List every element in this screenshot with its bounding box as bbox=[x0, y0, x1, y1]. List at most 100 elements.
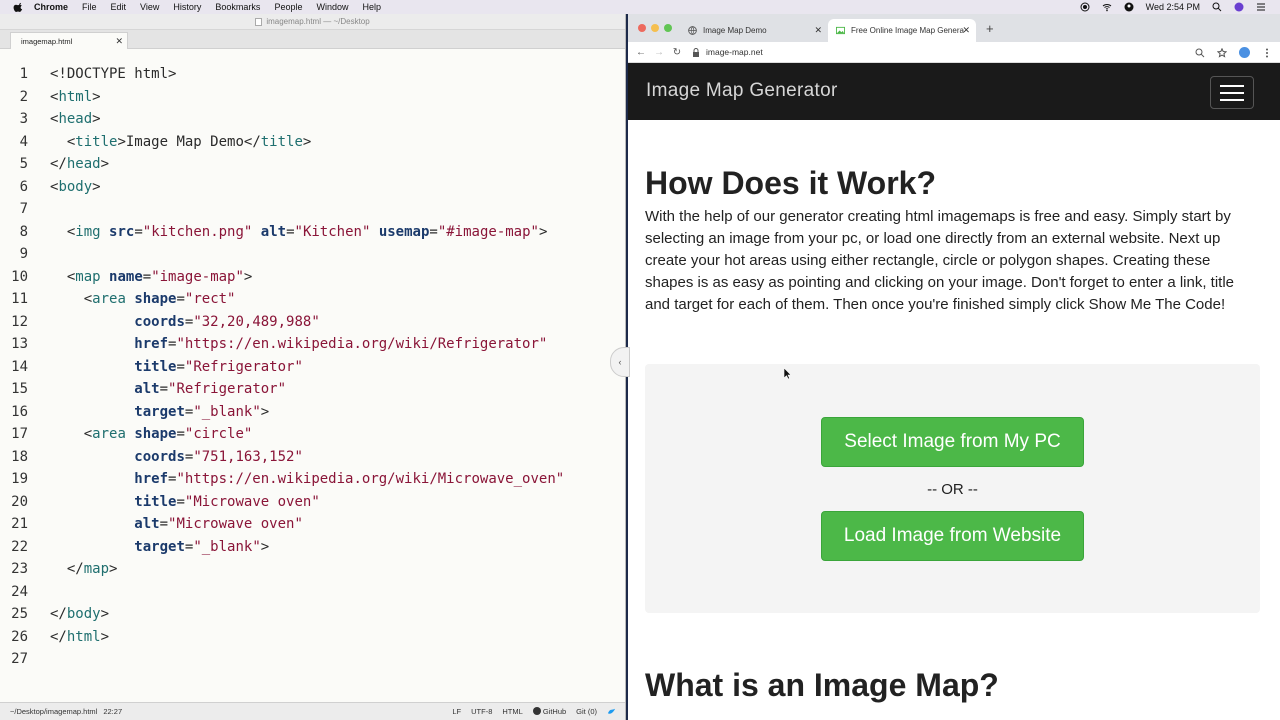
address-bar[interactable]: image-map.net bbox=[706, 47, 763, 57]
back-icon[interactable]: ← bbox=[632, 47, 650, 58]
record-icon[interactable] bbox=[1080, 2, 1090, 12]
code-line[interactable]: 6 <body> bbox=[0, 176, 625, 199]
reload-icon[interactable]: ↻ bbox=[668, 47, 686, 58]
code-line[interactable]: 9 bbox=[0, 243, 625, 266]
wifi-icon[interactable] bbox=[1102, 2, 1112, 12]
status-github-label: GitHub bbox=[542, 707, 567, 716]
spotlight-search-icon[interactable] bbox=[1212, 2, 1222, 12]
status-grammar[interactable]: HTML bbox=[502, 707, 522, 716]
code-token: area bbox=[92, 426, 126, 442]
status-file-path[interactable]: ~/Desktop/imagemap.html bbox=[10, 707, 97, 716]
control-menu-icon[interactable] bbox=[1256, 2, 1266, 12]
menu-edit[interactable]: Edit bbox=[111, 2, 127, 12]
menu-clock[interactable]: Wed 2:54 PM bbox=[1146, 2, 1200, 12]
zoom-icon[interactable] bbox=[1195, 48, 1205, 58]
code-line[interactable]: 14 title="Refrigerator" bbox=[0, 356, 625, 379]
forward-icon[interactable]: → bbox=[650, 47, 668, 58]
new-tab-icon[interactable]: + bbox=[986, 21, 994, 36]
code-token: "circle" bbox=[184, 426, 253, 442]
code-line[interactable]: 21 alt="Microwave oven" bbox=[0, 513, 625, 536]
more-menu-icon[interactable] bbox=[1262, 48, 1272, 58]
status-github[interactable]: GitHub bbox=[532, 707, 567, 716]
close-window-button[interactable] bbox=[638, 24, 646, 32]
user-switch-icon[interactable] bbox=[1124, 2, 1134, 12]
line-number: 15 bbox=[11, 381, 28, 397]
code-token: > bbox=[538, 223, 548, 240]
apple-icon[interactable] bbox=[12, 2, 24, 12]
code-line[interactable]: 24 bbox=[0, 581, 625, 604]
menu-bookmarks[interactable]: Bookmarks bbox=[215, 2, 260, 12]
collapse-panel-button[interactable]: ‹ bbox=[610, 347, 630, 377]
code-line[interactable]: 7 bbox=[0, 198, 625, 221]
line-number: 12 bbox=[11, 313, 28, 330]
bird-icon[interactable] bbox=[607, 707, 616, 716]
tab-image-map-demo[interactable]: Image Map Demo ✕ bbox=[680, 19, 828, 42]
document-icon bbox=[255, 17, 263, 26]
line-content: target="_blank"> bbox=[50, 401, 269, 424]
tab-image-map-generator[interactable]: Free Online Image Map Genera ✕ bbox=[828, 19, 976, 42]
code-line[interactable]: 2 <html> bbox=[0, 86, 625, 109]
menu-help[interactable]: Help bbox=[362, 2, 381, 12]
lock-icon[interactable] bbox=[692, 47, 700, 57]
code-token: "kitchen.png" bbox=[142, 223, 253, 240]
close-tab-icon[interactable]: ✕ bbox=[814, 25, 822, 36]
close-tab-icon[interactable]: ✕ bbox=[962, 25, 970, 36]
code-line[interactable]: 19 href="https://en.wikipedia.org/wiki/M… bbox=[0, 468, 625, 491]
code-line[interactable]: 11 <area shape="rect" bbox=[0, 288, 625, 311]
menu-view[interactable]: View bbox=[140, 2, 159, 12]
code-line[interactable]: 25 </body> bbox=[0, 603, 625, 626]
code-line[interactable]: 15 alt="Refrigerator" bbox=[0, 378, 625, 401]
status-encoding[interactable]: UTF-8 bbox=[471, 707, 492, 716]
code-line[interactable]: 17 <area shape="circle" bbox=[0, 423, 625, 446]
code-line[interactable]: 20 title="Microwave oven" bbox=[0, 491, 625, 514]
code-line[interactable]: 1 <!DOCTYPE html> bbox=[0, 63, 625, 86]
code-line[interactable]: 10 <map name="image-map"> bbox=[0, 266, 625, 289]
code-token: "Kitchen" bbox=[294, 223, 371, 240]
tab-label: Image Map Demo bbox=[703, 26, 767, 35]
menu-history[interactable]: History bbox=[173, 2, 201, 12]
image-favicon-icon bbox=[836, 26, 845, 35]
code-line[interactable]: 22 target="_blank"> bbox=[0, 536, 625, 559]
code-line[interactable]: 3 <head> bbox=[0, 108, 625, 131]
code-line[interactable]: 4 <title>Image Map Demo</title> bbox=[0, 131, 625, 154]
load-image-from-website-button[interactable]: Load Image from Website bbox=[821, 511, 1084, 561]
status-line-ending[interactable]: LF bbox=[452, 707, 461, 716]
line-number: 22 bbox=[11, 538, 28, 555]
close-tab-icon[interactable]: ✕ bbox=[115, 36, 123, 47]
status-git[interactable]: Git (0) bbox=[576, 707, 597, 716]
menu-file[interactable]: File bbox=[82, 2, 97, 12]
line-number: 1 bbox=[19, 66, 28, 82]
code-line[interactable]: 18 coords="751,163,152" bbox=[0, 446, 625, 469]
select-image-button[interactable]: Select Image from My PC bbox=[821, 417, 1084, 467]
menu-window[interactable]: Window bbox=[316, 2, 348, 12]
minimize-window-button[interactable] bbox=[651, 24, 659, 32]
code-line[interactable]: 8 <img src="kitchen.png" alt="Kitchen" u… bbox=[0, 221, 625, 244]
line-content: coords="751,163,152" bbox=[50, 446, 303, 469]
browser-window: Image Map Demo ✕ Free Online Image Map G… bbox=[628, 14, 1280, 720]
bookmark-star-icon[interactable] bbox=[1217, 47, 1227, 58]
code-line[interactable]: 16 target="_blank"> bbox=[0, 401, 625, 424]
menu-people[interactable]: People bbox=[274, 2, 302, 12]
heading-how-it-works: How Does it Work? bbox=[645, 165, 936, 201]
line-number: 3 bbox=[19, 111, 28, 127]
siri-icon[interactable] bbox=[1234, 2, 1244, 12]
line-content: <area shape="circle" bbox=[50, 423, 253, 446]
editor-tab[interactable]: imagemap.html ✕ bbox=[10, 32, 128, 49]
status-cursor-position[interactable]: 22:27 bbox=[103, 707, 122, 716]
line-number: 8 bbox=[19, 223, 28, 240]
code-line[interactable]: 5 </head> bbox=[0, 153, 625, 176]
code-line[interactable]: 13 href="https://en.wikipedia.org/wiki/R… bbox=[0, 333, 625, 356]
code-area[interactable]: 1 <!DOCTYPE html> 2 <html> 3 <head> 4 <title>I… bbox=[0, 63, 625, 671]
hamburger-menu-button[interactable] bbox=[1210, 76, 1254, 109]
code-line[interactable]: 27 bbox=[0, 648, 625, 671]
site-brand[interactable]: Image Map Generator bbox=[646, 80, 838, 102]
line-number: 4 bbox=[19, 133, 28, 150]
code-line[interactable]: 26 </html> bbox=[0, 626, 625, 649]
zoom-window-button[interactable] bbox=[664, 24, 672, 32]
code-line[interactable]: 12 coords="32,20,489,988" bbox=[0, 311, 625, 334]
code-line[interactable]: 23 </map> bbox=[0, 558, 625, 581]
menu-app-name[interactable]: Chrome bbox=[34, 2, 68, 12]
profile-avatar[interactable] bbox=[1239, 47, 1250, 58]
